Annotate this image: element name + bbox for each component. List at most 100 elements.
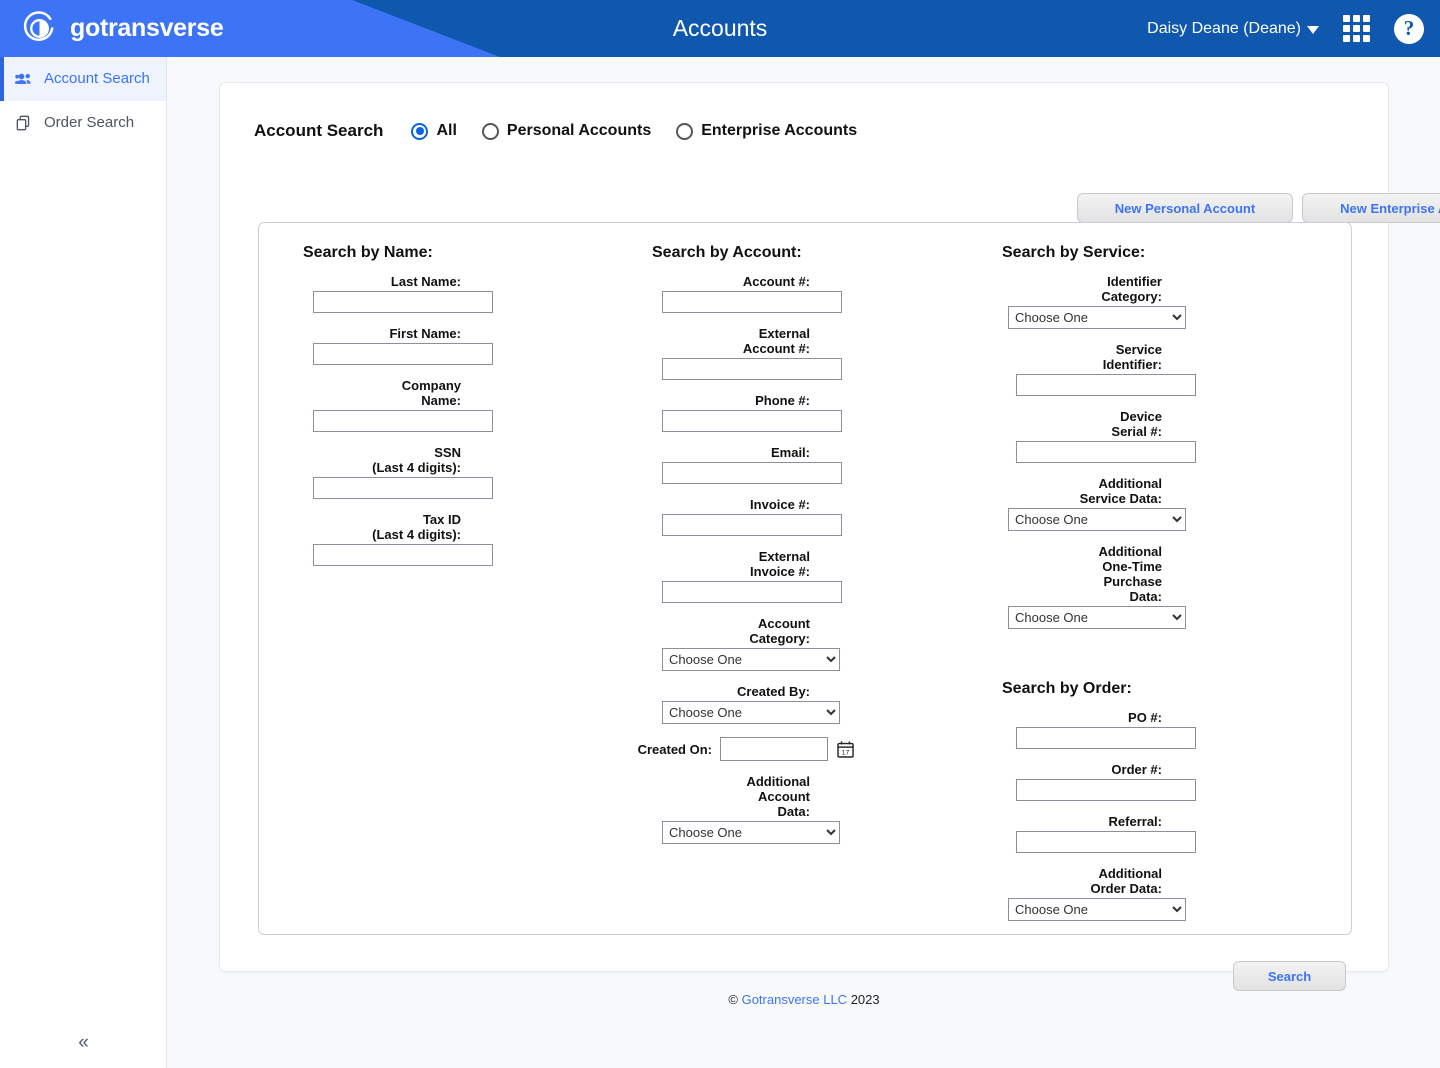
field-ssn-last4: SSN (Last 4 digits): <box>265 445 595 499</box>
input-account-number[interactable] <box>662 291 842 313</box>
brand-name: gotransverse <box>70 14 224 42</box>
search-mode-title: Account Search <box>254 121 384 140</box>
field-order-number: Order #: <box>964 762 1294 801</box>
sidebar: Account Search Order Search « <box>0 57 167 1068</box>
field-identifier-category: Identifier Category: Choose One <box>964 274 1294 329</box>
select-identifier-category[interactable]: Choose One <box>1008 306 1186 329</box>
input-phone-number[interactable] <box>662 410 842 432</box>
label-first-name: First Name: <box>389 326 461 341</box>
column-search-by-account: Search by Account: Account #: External Ac… <box>614 223 944 857</box>
field-device-serial-number: Device Serial #: <box>964 409 1294 463</box>
brand-logo-area[interactable]: gotransverse <box>20 9 224 48</box>
label-additional-service-data: Additional Service Data: <box>1079 476 1162 506</box>
new-personal-account-button[interactable]: New Personal Account <box>1077 193 1293 223</box>
input-company-name[interactable] <box>313 410 493 432</box>
field-tax-id-last4: Tax ID (Last 4 digits): <box>265 512 595 566</box>
main-content: Account Search All Personal Accounts Ent… <box>168 57 1440 1068</box>
grid-apps-icon[interactable] <box>1343 15 1370 42</box>
select-account-category[interactable]: Choose One <box>662 648 840 671</box>
field-additional-account-data: Additional Account Data: Choose One <box>614 774 944 844</box>
search-button[interactable]: Search <box>1233 961 1346 991</box>
label-invoice-number: Invoice #: <box>750 497 810 512</box>
radio-personal-label: Personal Accounts <box>506 122 652 139</box>
input-referral[interactable] <box>1016 831 1196 853</box>
user-name: Daisy Deane (Deane) <box>1147 19 1301 37</box>
sidebar-item-label: Order Search <box>44 113 135 131</box>
label-referral: Referral: <box>1108 814 1162 829</box>
footer-company-link[interactable]: Gotransverse LLC <box>742 992 848 1007</box>
select-created-by[interactable]: Choose One <box>662 701 840 724</box>
label-external-account-number: External Account #: <box>742 326 810 356</box>
label-tax-id-last4: Tax ID (Last 4 digits): <box>372 512 461 542</box>
radio-enterprise-indicator[interactable] <box>676 122 694 140</box>
radio-option-enterprise-accounts[interactable]: Enterprise Accounts <box>676 122 857 140</box>
field-external-invoice-number: External Invoice #: <box>614 549 944 603</box>
field-email: Email: <box>614 445 944 484</box>
field-company-name: Company Name: <box>265 378 595 432</box>
section-title-service: Search by Service: <box>1002 244 1146 261</box>
label-account-number: Account #: <box>742 274 810 289</box>
select-additional-service-data[interactable]: Choose One <box>1008 508 1186 531</box>
label-additional-one-time-purchase-data: Additional One-Time Purchase Data: <box>1098 544 1162 604</box>
label-po-number: PO #: <box>1128 710 1162 725</box>
label-external-invoice-number: External Invoice #: <box>750 549 810 579</box>
field-referral: Referral: <box>964 814 1294 853</box>
svg-text:17: 17 <box>842 749 850 756</box>
radio-option-personal-accounts[interactable]: Personal Accounts <box>481 122 652 140</box>
search-fields-panel: Search by Name: Last Name: First Name: C… <box>258 222 1352 935</box>
sidebar-item-order-search[interactable]: Order Search <box>0 101 166 145</box>
column-search-by-name: Search by Name: Last Name: First Name: C… <box>265 223 595 579</box>
user-menu[interactable]: Daisy Deane (Deane) <box>1147 20 1319 38</box>
field-created-on: Created On: 17 <box>620 737 944 761</box>
input-device-serial-number[interactable] <box>1016 441 1196 463</box>
search-mode-row: Account Search All Personal Accounts Ent… <box>254 113 882 149</box>
top-header-bar: gotransverse Accounts Daisy Deane (Deane… <box>0 0 1440 57</box>
label-order-number: Order #: <box>1111 762 1162 777</box>
section-title-name: Search by Name: <box>303 244 433 261</box>
search-button-wrap: Search <box>1233 961 1346 991</box>
select-additional-order-data[interactable]: Choose One <box>1008 898 1186 921</box>
new-enterprise-account-button[interactable]: New Enterprise Account <box>1302 193 1440 223</box>
label-company-name: Company Name: <box>401 378 461 408</box>
column-search-by-service: Search by Service: Identifier Category: C… <box>964 223 1294 934</box>
field-service-identifier: Service Identifier: <box>964 342 1294 396</box>
input-email[interactable] <box>662 462 842 484</box>
field-account-number: Account #: <box>614 274 944 313</box>
field-account-category: Account Category: Choose One <box>614 616 944 671</box>
sidebar-item-account-search[interactable]: Account Search <box>0 57 166 101</box>
users-group-icon <box>14 73 31 84</box>
radio-enterprise-label: Enterprise Accounts <box>701 122 858 139</box>
calendar-icon[interactable]: 17 <box>836 740 855 759</box>
radio-personal-indicator[interactable] <box>481 122 499 140</box>
label-last-name: Last Name: <box>390 274 461 289</box>
input-order-number[interactable] <box>1016 779 1196 801</box>
field-additional-service-data: Additional Service Data: Choose One <box>964 476 1294 531</box>
field-additional-one-time-purchase-data: Additional One-Time Purchase Data: Choose O… <box>964 544 1294 629</box>
input-tax-id-last4[interactable] <box>313 544 493 566</box>
input-po-number[interactable] <box>1016 727 1196 749</box>
input-service-identifier[interactable] <box>1016 374 1196 396</box>
label-ssn-last4: SSN (Last 4 digits): <box>372 445 461 475</box>
input-ssn-last4[interactable] <box>313 477 493 499</box>
radio-all-indicator[interactable] <box>411 122 429 140</box>
sidebar-collapse-button[interactable]: « <box>0 1032 167 1054</box>
copy-pages-icon <box>16 115 30 131</box>
select-additional-one-time-purchase-data[interactable]: Choose One <box>1008 606 1186 629</box>
label-device-serial-number: Device Serial #: <box>1111 409 1162 439</box>
radio-option-all[interactable]: All <box>411 122 457 140</box>
input-external-invoice-number[interactable] <box>662 581 842 603</box>
input-first-name[interactable] <box>313 343 493 365</box>
label-phone-number: Phone #: <box>755 393 810 408</box>
select-additional-account-data[interactable]: Choose One <box>662 821 840 844</box>
chevron-down-icon <box>1307 25 1319 34</box>
input-created-on[interactable] <box>720 737 828 761</box>
field-additional-order-data: Additional Order Data: Choose One <box>964 866 1294 921</box>
footer-year: 2023 <box>850 992 880 1007</box>
input-last-name[interactable] <box>313 291 493 313</box>
label-created-on: Created On: <box>637 741 712 757</box>
section-title-account: Search by Account: <box>652 244 802 261</box>
sidebar-item-label: Account Search <box>44 69 150 87</box>
input-invoice-number[interactable] <box>662 514 842 536</box>
input-external-account-number[interactable] <box>662 358 842 380</box>
help-question-icon[interactable]: ? <box>1394 13 1424 44</box>
